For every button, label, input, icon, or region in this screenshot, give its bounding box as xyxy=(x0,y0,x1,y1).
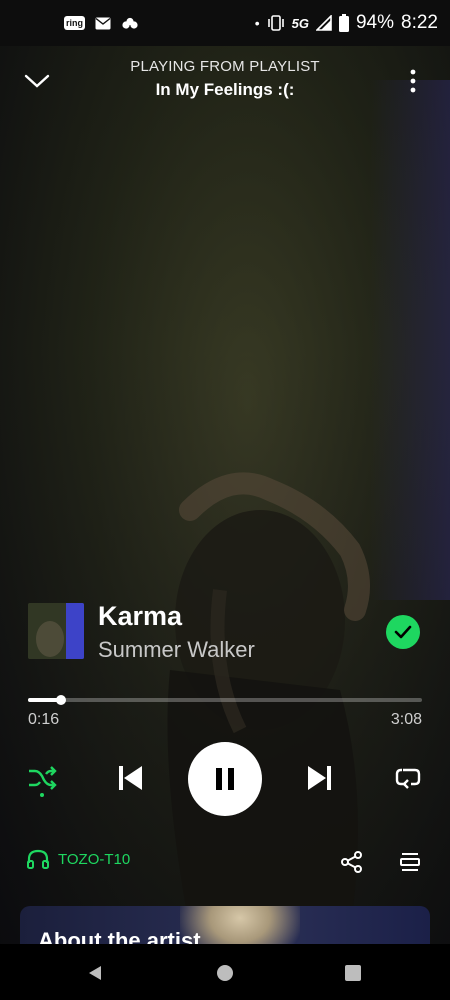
vibrate-icon xyxy=(267,15,284,31)
total-time: 3:08 xyxy=(390,711,422,728)
nav-recents-button[interactable] xyxy=(342,962,364,984)
repeat-icon xyxy=(395,768,421,789)
check-icon xyxy=(394,625,412,639)
previous-button[interactable] xyxy=(112,760,148,796)
device-row: TOZO-T10 xyxy=(26,848,426,878)
shuffle-active-dot xyxy=(40,793,44,797)
battery-icon xyxy=(338,14,349,32)
network-type: 5G xyxy=(291,15,309,31)
collapse-button[interactable] xyxy=(22,66,52,96)
recents-square-icon xyxy=(345,965,361,981)
playback-controls xyxy=(0,740,450,818)
status-time: 8:22 xyxy=(401,12,438,33)
connected-device-button[interactable]: TOZO-T10 xyxy=(26,848,130,870)
repeat-button[interactable] xyxy=(390,760,426,796)
pause-icon xyxy=(216,768,234,790)
notification-icons: ring xyxy=(64,16,139,30)
progress-track[interactable] xyxy=(28,695,422,705)
battery-percent: 94% xyxy=(355,12,395,33)
more-options-button[interactable] xyxy=(398,66,428,96)
album-art[interactable] xyxy=(28,603,84,659)
playing-from-label: PLAYING FROM PLAYLIST xyxy=(130,58,320,75)
nav-home-button[interactable] xyxy=(214,962,236,984)
device-name: TOZO-T10 xyxy=(58,850,131,868)
ring-icon: ring xyxy=(64,16,85,30)
player-header: PLAYING FROM PLAYLIST In My Feelings :(: xyxy=(0,56,450,116)
track-info: Karma Summer Walker xyxy=(28,601,428,663)
status-bar: ring • 5G 94% 8:22 xyxy=(0,0,450,46)
system-nav-bar xyxy=(0,944,450,1000)
queue-icon xyxy=(400,853,420,871)
signal-icon xyxy=(315,15,332,31)
chevron-down-icon xyxy=(24,74,50,88)
next-button[interactable] xyxy=(302,760,338,796)
track-title[interactable]: Karma xyxy=(98,601,182,632)
playlist-context[interactable]: PLAYING FROM PLAYLIST In My Feelings :(: xyxy=(100,58,350,100)
share-icon xyxy=(341,851,362,873)
album-art-image xyxy=(28,603,84,659)
back-triangle-icon xyxy=(89,966,101,980)
nav-back-button[interactable] xyxy=(84,962,106,984)
playback-progress[interactable] xyxy=(28,693,422,707)
system-status: • 5G 94% 8:22 xyxy=(255,12,438,34)
shuffle-icon xyxy=(29,766,57,790)
share-button[interactable] xyxy=(340,850,366,876)
home-circle-icon xyxy=(217,965,233,981)
skip-previous-icon xyxy=(119,766,142,790)
cloud-icon xyxy=(122,17,138,29)
track-artist[interactable]: Summer Walker xyxy=(98,637,255,663)
queue-button[interactable] xyxy=(398,850,424,876)
background-glow xyxy=(370,80,450,600)
pause-button[interactable] xyxy=(188,742,262,816)
shuffle-button[interactable] xyxy=(24,760,60,796)
skip-next-icon xyxy=(308,766,331,790)
now-playing-screen: ring • 5G 94% 8:22 PLAYING FROM PLAYLIST… xyxy=(0,0,450,1000)
liked-button[interactable] xyxy=(386,615,420,649)
elapsed-time: 0:16 xyxy=(28,711,60,728)
mail-icon xyxy=(95,17,111,29)
more-vertical-icon xyxy=(410,69,416,93)
dot-icon: • xyxy=(254,15,260,31)
progress-thumb[interactable] xyxy=(56,695,67,705)
headphones-icon xyxy=(27,849,49,869)
playlist-name: In My Feelings :(: xyxy=(155,80,295,99)
